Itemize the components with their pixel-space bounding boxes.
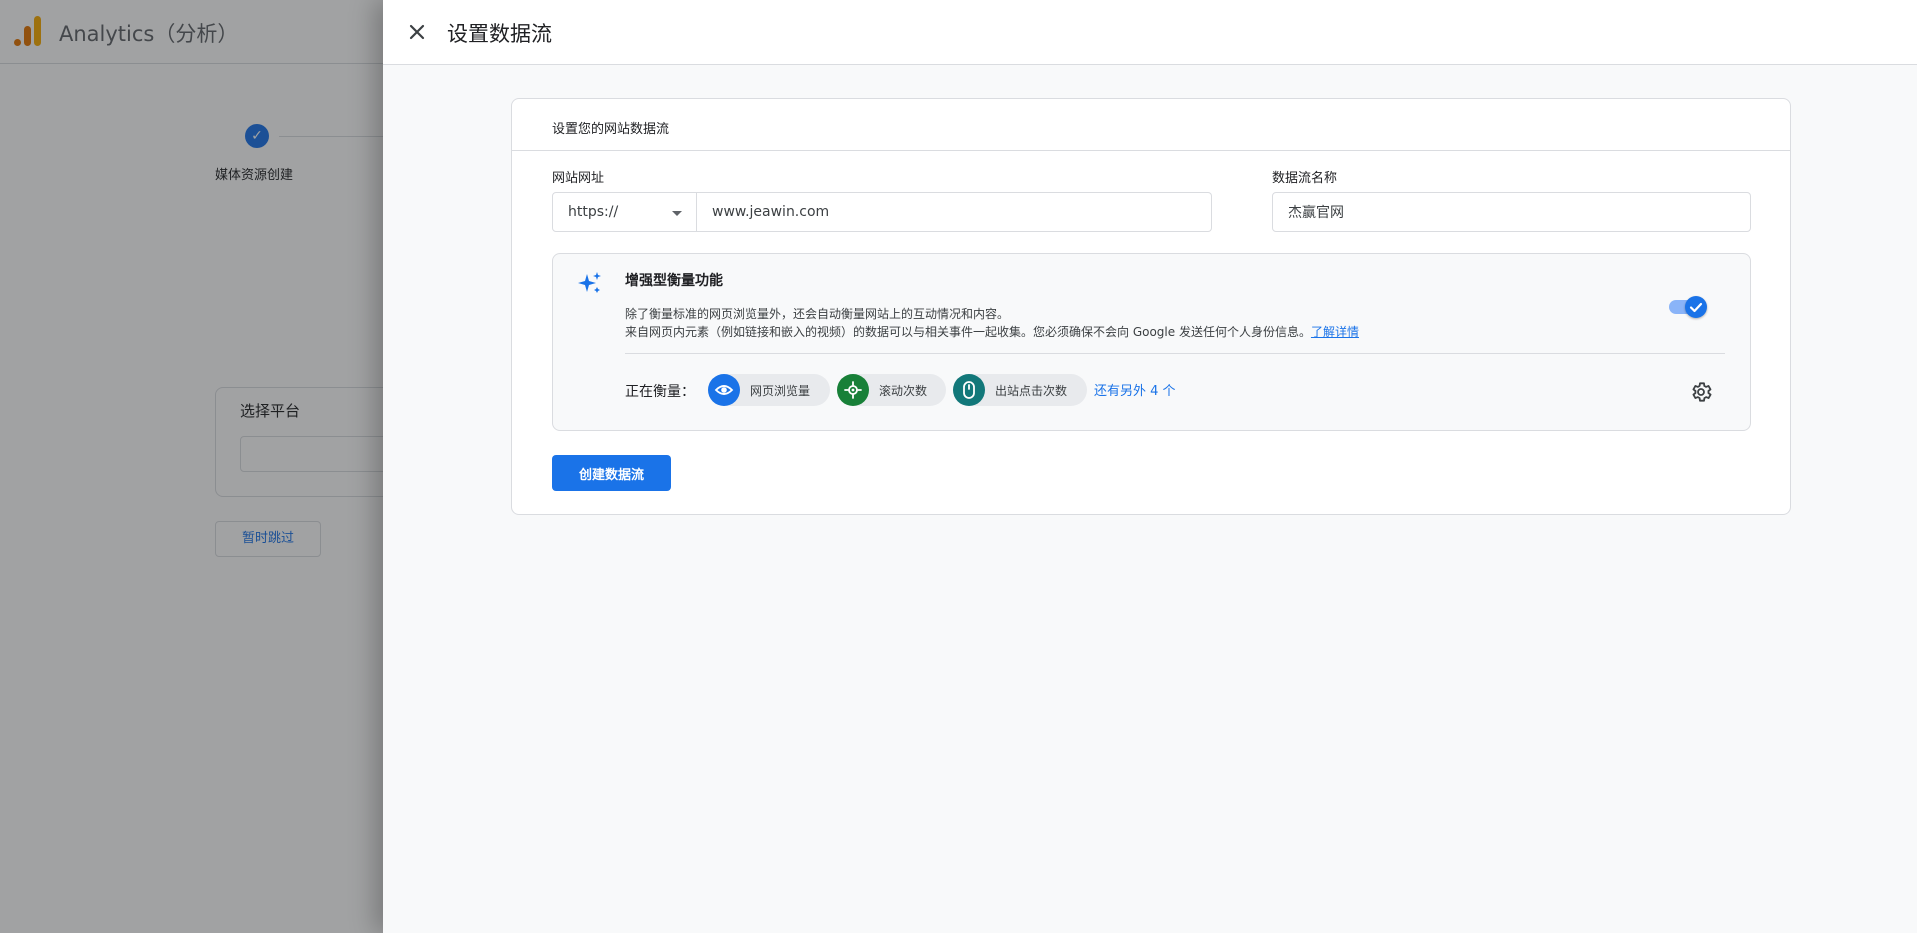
close-icon [409,24,425,40]
website-url-input[interactable] [697,192,1212,232]
create-stream-button[interactable]: 创建数据流 [552,455,671,491]
setup-data-stream-drawer: 设置数据流 设置您的网站数据流 网站网址 https:// 数据流名称 增强型衡… [383,0,1917,933]
dropdown-caret-icon [672,211,682,216]
panel-divider [625,353,1725,354]
settings-button[interactable] [1689,380,1713,404]
drawer-header: 设置数据流 [383,0,1917,65]
crosshair-icon [844,381,862,399]
toggle-knob [1685,296,1707,318]
protocol-select[interactable]: https:// [552,192,697,232]
chip-icon-bg [708,374,740,406]
enhanced-measurement-toggle[interactable] [1669,295,1707,319]
chip-icon-bg [837,374,869,406]
sparkle-icon [578,272,601,293]
learn-more-link[interactable]: 了解详情 [1311,325,1359,339]
web-stream-card: 设置您的网站数据流 网站网址 https:// 数据流名称 增强型衡量功能 除了… [511,98,1791,515]
stream-name-input[interactable] [1272,192,1751,232]
desc-2-text: 来自网页内元素（例如链接和嵌入的视频）的数据可以与相关事件一起收集。您必须确保不… [625,325,1311,339]
card-heading: 设置您的网站数据流 [552,122,670,137]
card-header: 设置您的网站数据流 [512,99,1790,151]
chip-label: 滚动次数 [879,384,928,398]
protocol-value: https:// [568,204,619,220]
enhanced-measurement-desc-2: 来自网页内元素（例如链接和嵌入的视频）的数据可以与相关事件一起收集。您必须确保不… [625,323,1359,340]
close-button[interactable] [403,18,431,46]
chip-outbound-clicks: 出站点击次数 [953,374,1087,406]
chip-icon-bg [953,374,985,406]
website-url-label: 网站网址 [552,171,605,186]
chip-label: 网页浏览量 [750,384,811,398]
eye-icon [714,385,734,395]
check-icon [1689,302,1703,313]
drawer-title: 设置数据流 [447,22,552,46]
more-events-link[interactable]: 还有另外 4 个 [1094,380,1176,399]
measuring-label: 正在衡量： [625,384,695,400]
chip-label: 出站点击次数 [995,384,1068,398]
chip-scrolls: 滚动次数 [837,374,946,406]
enhanced-measurement-desc-1: 除了衡量标准的网页浏览量外，还会自动衡量网站上的互动情况和内容。 [625,307,1010,321]
chip-page-views: 网页浏览量 [708,374,830,406]
mouse-icon [963,381,975,399]
enhanced-measurement-title: 增强型衡量功能 [625,273,723,289]
stream-name-label: 数据流名称 [1272,171,1338,186]
gear-icon [1692,382,1712,402]
enhanced-measurement-panel: 增强型衡量功能 除了衡量标准的网页浏览量外，还会自动衡量网站上的互动情况和内容。… [552,253,1751,431]
